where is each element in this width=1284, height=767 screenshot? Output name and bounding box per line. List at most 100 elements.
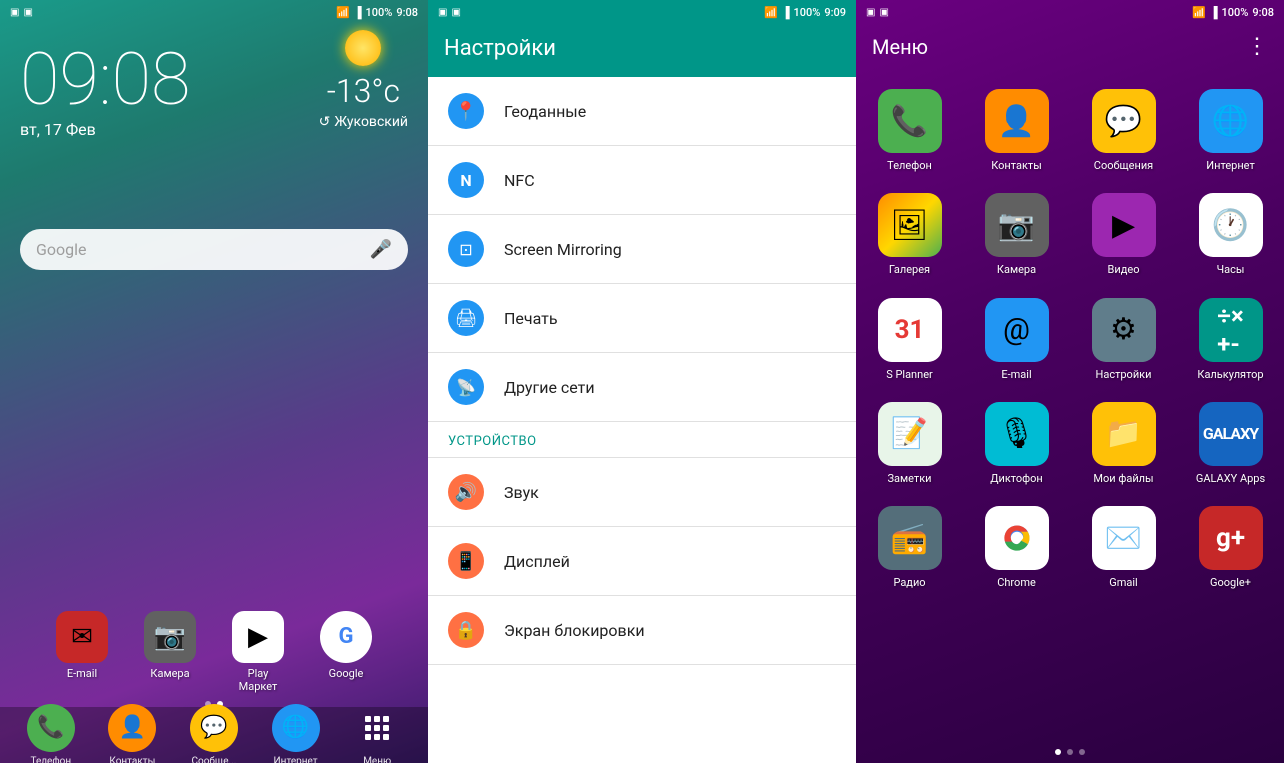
myfiles-app-icon: 📁: [1092, 402, 1156, 466]
menu-app-email[interactable]: @ E-mail: [963, 288, 1070, 392]
settings-header: Настройки: [428, 24, 856, 77]
settings-item-geo[interactable]: 📍 Геоданные: [428, 77, 856, 146]
menu-battery-text: 100%: [1221, 6, 1248, 19]
sound-icon: 🔊: [448, 474, 484, 510]
internet-app-icon: 🌐: [1199, 89, 1263, 153]
voice-search-icon[interactable]: 🎤: [370, 239, 392, 260]
recorder-app-icon: 🎙: [985, 402, 1049, 466]
phone-app-label: Телефон: [887, 159, 932, 173]
home-search-bar[interactable]: Google 🎤: [20, 229, 408, 270]
menu-app-myfiles[interactable]: 📁 Мои файлы: [1070, 392, 1177, 496]
menu-app-internet[interactable]: 🌐 Интернет: [1177, 79, 1284, 183]
menu-app-video[interactable]: ▶ Видео: [1070, 183, 1177, 287]
menu-app-messages[interactable]: 💬 Сообщения: [1070, 79, 1177, 183]
settings-item-nfc[interactable]: N NFC: [428, 146, 856, 215]
settings-item-other-net[interactable]: 📡 Другие сети: [428, 353, 856, 422]
video-app-label: Видео: [1108, 263, 1140, 277]
menu-screen: ▣ ▣ 📶 ▐ 100% 9:08 Меню ⋮ 📞 Телефон 👤 Кон…: [856, 0, 1284, 763]
notes-app-label: Заметки: [887, 472, 931, 486]
settings-item-print[interactable]: 🖨 Печать: [428, 284, 856, 353]
menu-app-contacts[interactable]: 👤 Контакты: [963, 79, 1070, 183]
sound-label: Звук: [504, 483, 539, 502]
menu-app-googleplus[interactable]: g+ Google+: [1177, 496, 1284, 600]
settings-screen: ▣ ▣ 📶 ▐ 100% 9:09 Настройки 📍 Геоданные …: [428, 0, 856, 763]
home-search-label: Google: [36, 240, 87, 259]
dock-play[interactable]: ▶ PlayМаркет: [222, 611, 294, 693]
home-bottom-bar: 📞 Телефон 👤 Контакты 💬 Сообще... 🌐 Интер…: [0, 707, 428, 763]
print-label: Печать: [504, 309, 558, 328]
gmail-app-icon: ✉️: [1092, 506, 1156, 570]
clock-app-icon: 🕐: [1199, 193, 1263, 257]
bottom-menu[interactable]: Меню: [341, 704, 413, 767]
settings-item-sound[interactable]: 🔊 Звук: [428, 458, 856, 527]
menu-dot-1: [1055, 749, 1061, 755]
googleplus-app-label: Google+: [1210, 576, 1251, 590]
menu-title: Меню: [872, 35, 928, 59]
dock-email-label: E-mail: [67, 667, 97, 680]
menu-dot-2: [1067, 749, 1073, 755]
home-location: ↺ Жуковский: [319, 114, 408, 130]
menu-header: Меню ⋮: [856, 24, 1284, 69]
recorder-app-label: Диктофон: [990, 472, 1043, 486]
dock-google[interactable]: G Google: [310, 611, 382, 693]
home-status-bar: ▣ ▣ 📶 ▐ 100% 9:08: [0, 0, 428, 24]
bottom-phone-label: Телефон: [30, 756, 71, 767]
menu-app-calc[interactable]: ÷×+- Калькулятор: [1177, 288, 1284, 392]
bottom-messages[interactable]: 💬 Сообще...: [178, 704, 250, 767]
dock-camera-label: Камера: [150, 667, 189, 680]
home-wifi-icon: 📶: [336, 6, 350, 19]
menu-more-icon[interactable]: ⋮: [1246, 34, 1268, 59]
email-app-icon: @: [985, 298, 1049, 362]
dock-email[interactable]: ✉ E-mail: [46, 611, 118, 693]
camera-app-icon: 📷: [985, 193, 1049, 257]
lockscreen-icon: 🔒: [448, 612, 484, 648]
bottom-contacts-label: Контакты: [109, 756, 155, 767]
settings-item-lockscreen[interactable]: 🔒 Экран блокировки: [428, 596, 856, 665]
bottom-messages-label: Сообще...: [192, 756, 237, 767]
settings-battery-text: 100%: [793, 6, 820, 19]
contacts-app-icon: 👤: [985, 89, 1049, 153]
menu-wifi-icon: 📶: [1192, 6, 1206, 19]
menu-app-gmail[interactable]: ✉️ Gmail: [1070, 496, 1177, 600]
menu-dot-3: [1079, 749, 1085, 755]
menu-app-settings[interactable]: ⚙ Настройки: [1070, 288, 1177, 392]
bottom-menu-label: Меню: [363, 756, 391, 767]
menu-app-radio[interactable]: 📻 Радио: [856, 496, 963, 600]
menu-app-gallery[interactable]: 🖼 Галерея: [856, 183, 963, 287]
camera-app-label: Камера: [997, 263, 1036, 277]
settings-item-mirror[interactable]: ⊡ Screen Mirroring: [428, 215, 856, 284]
settings-title: Настройки: [444, 36, 840, 61]
display-label: Дисплей: [504, 552, 570, 571]
settings-item-display[interactable]: 📱 Дисплей: [428, 527, 856, 596]
bottom-phone[interactable]: 📞 Телефон: [15, 704, 87, 767]
internet-app-label: Интернет: [1206, 159, 1254, 173]
bottom-internet[interactable]: 🌐 Интернет: [260, 704, 332, 767]
menu-app-recorder[interactable]: 🎙 Диктофон: [963, 392, 1070, 496]
calc-app-icon: ÷×+-: [1199, 298, 1263, 362]
home-signal-icon: ▐: [354, 6, 362, 19]
dock-play-label: PlayМаркет: [239, 667, 278, 693]
chrome-app-icon: [985, 506, 1049, 570]
chrome-app-label: Chrome: [997, 576, 1036, 590]
menu-signal-icon: ▐: [1210, 6, 1218, 19]
settings-app-label: Настройки: [1096, 368, 1152, 382]
galaxy-app-label: GALAXY Apps: [1196, 472, 1265, 486]
contacts-app-label: Контакты: [991, 159, 1042, 173]
location-icon: ↺: [319, 114, 331, 130]
menu-app-camera[interactable]: 📷 Камера: [963, 183, 1070, 287]
menu-app-splanner[interactable]: 31 S Planner: [856, 288, 963, 392]
lockscreen-label: Экран блокировки: [504, 621, 645, 640]
dock-camera[interactable]: 📷 Камера: [134, 611, 206, 693]
bottom-contacts[interactable]: 👤 Контакты: [96, 704, 168, 767]
menu-app-clock[interactable]: 🕐 Часы: [1177, 183, 1284, 287]
settings-wifi-icon: 📶: [764, 6, 778, 19]
menu-app-chrome[interactable]: Chrome: [963, 496, 1070, 600]
splanner-app-icon: 31: [878, 298, 942, 362]
home-screen: ▣ ▣ 📶 ▐ 100% 9:08 09:08 вт, 17 Фев -13°c…: [0, 0, 428, 763]
phone-app-icon: 📞: [878, 89, 942, 153]
radio-app-label: Радио: [893, 576, 925, 590]
menu-app-phone[interactable]: 📞 Телефон: [856, 79, 963, 183]
menu-app-galaxy[interactable]: GALAXY GALAXY Apps: [1177, 392, 1284, 496]
other-net-icon: 📡: [448, 369, 484, 405]
menu-app-notes[interactable]: 📝 Заметки: [856, 392, 963, 496]
